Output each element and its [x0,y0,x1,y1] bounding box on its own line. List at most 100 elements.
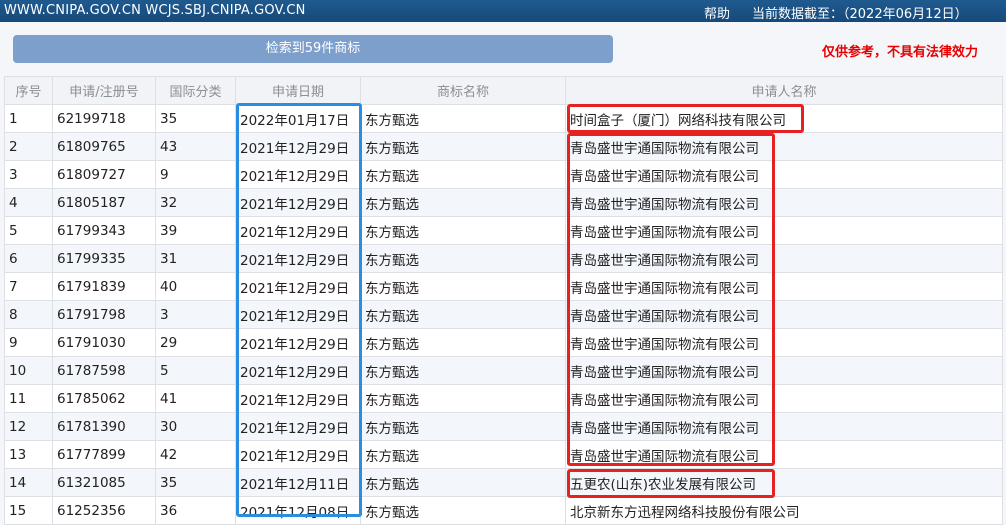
cell-applicant-name: 青岛盛世宇通国际物流有限公司 [565,272,1003,301]
cell-applicant-name: 青岛盛世宇通国际物流有限公司 [565,300,1003,329]
table-row[interactable]: 7 61791839 40 2021年12月29日 东方甄选 青岛盛世宇通国际物流有限公司 [4,272,1003,301]
cell-apply-date: 2021年12月29日 [235,412,361,441]
cell-reg-number-link[interactable]: 61777899 [52,440,156,469]
table-row[interactable]: 11 61785062 41 2021年12月29日 东方甄选 青岛盛世宇通国际物流有限公… [4,384,1003,413]
cell-apply-date: 2021年12月29日 [235,244,361,273]
header-reg-number[interactable]: 申请/注册号 [52,76,156,105]
table-header-row: 序号 申请/注册号 国际分类 申请日期 商标名称 申请人名称 [4,76,1003,105]
header-serial[interactable]: 序号 [4,76,53,105]
cell-reg-number-link[interactable]: 61785062 [52,384,156,413]
cell-reg-number-link[interactable]: 61791798 [52,300,156,329]
cell-intl-class: 35 [155,104,236,133]
cell-reg-number-link[interactable]: 61809765 [52,132,156,161]
cell-trademark-name-link[interactable]: 东方甄选 [360,188,566,217]
cell-reg-number-link[interactable]: 61809727 [52,160,156,189]
cell-serial: 7 [4,272,53,301]
table-row[interactable]: 6 61799335 31 2021年12月29日 东方甄选 青岛盛世宇通国际物流有限公司 [4,244,1003,273]
cell-apply-date: 2021年12月11日 [235,468,361,497]
table-row[interactable]: 2 61809765 43 2021年12月29日 东方甄选 青岛盛世宇通国际物流有限公司 [4,132,1003,161]
cell-applicant-name: 青岛盛世宇通国际物流有限公司 [565,356,1003,385]
cell-reg-number-link[interactable]: 61787598 [52,356,156,385]
header-apply-date[interactable]: 申请日期 [235,76,361,105]
cell-applicant-name: 时间盒子（厦门）网络科技有限公司 [565,104,1003,133]
search-result-count-button[interactable]: 检索到59件商标 [13,35,613,63]
cell-apply-date: 2021年12月29日 [235,160,361,189]
data-as-of-label: 当前数据截至：（2022年06月12日） [752,7,968,22]
cell-reg-number-link[interactable]: 61321085 [52,468,156,497]
cell-intl-class: 40 [155,272,236,301]
cell-intl-class: 29 [155,328,236,357]
cell-apply-date: 2021年12月29日 [235,300,361,329]
cell-reg-number-link[interactable]: 61791839 [52,272,156,301]
cell-applicant-name: 北京新东方迅程网络科技股份有限公司 [565,496,1003,525]
cell-intl-class: 3 [155,300,236,329]
cell-intl-class: 9 [155,160,236,189]
table-row[interactable]: 3 61809727 9 2021年12月29日 东方甄选 青岛盛世宇通国际物流有限公司 [4,160,1003,189]
cell-intl-class: 30 [155,412,236,441]
cell-serial: 2 [4,132,53,161]
table-row[interactable]: 15 61252356 36 2021年12月08日 东方甄选 北京新东方迅程网络科技股份… [4,496,1003,525]
cell-serial: 13 [4,440,53,469]
cell-intl-class: 32 [155,188,236,217]
cell-trademark-name-link[interactable]: 东方甄选 [360,160,566,189]
cell-applicant-name: 青岛盛世宇通国际物流有限公司 [565,216,1003,245]
cell-serial: 10 [4,356,53,385]
help-link[interactable]: 帮助 [704,3,730,22]
table-row[interactable]: 4 61805187 32 2021年12月29日 东方甄选 青岛盛世宇通国际物流有限公司 [4,188,1003,217]
cell-serial: 9 [4,328,53,357]
trademark-results-table: 序号 申请/注册号 国际分类 申请日期 商标名称 申请人名称 1 62199718… [4,76,1003,525]
cell-apply-date: 2021年12月29日 [235,440,361,469]
cell-trademark-name-link[interactable]: 东方甄选 [360,468,566,497]
cell-reg-number-link[interactable]: 61791030 [52,328,156,357]
cell-trademark-name-link[interactable]: 东方甄选 [360,496,566,525]
table-row[interactable]: 1 62199718 35 2022年01月17日 东方甄选 时间盒子（厦门）网络科技有限… [4,104,1003,133]
cell-trademark-name-link[interactable]: 东方甄选 [360,440,566,469]
cell-reg-number-link[interactable]: 61781390 [52,412,156,441]
cell-reg-number-link[interactable]: 61805187 [52,188,156,217]
cell-serial: 5 [4,216,53,245]
site-links[interactable]: WWW.CNIPA.GOV.CN WCJS.SBJ.CNIPA.GOV.CN [4,3,306,18]
cell-applicant-name: 青岛盛世宇通国际物流有限公司 [565,188,1003,217]
header-applicant-name[interactable]: 申请人名称 [565,76,1003,105]
table-row[interactable]: 5 61799343 39 2021年12月29日 东方甄选 青岛盛世宇通国际物流有限公司 [4,216,1003,245]
cell-trademark-name-link[interactable]: 东方甄选 [360,412,566,441]
cell-trademark-name-link[interactable]: 东方甄选 [360,356,566,385]
table-row[interactable]: 9 61791030 29 2021年12月29日 东方甄选 青岛盛世宇通国际物流有限公司 [4,328,1003,357]
cell-reg-number-link[interactable]: 62199718 [52,104,156,133]
cell-trademark-name-link[interactable]: 东方甄选 [360,272,566,301]
cell-trademark-name-link[interactable]: 东方甄选 [360,132,566,161]
header-trademark-name[interactable]: 商标名称 [360,76,566,105]
cell-serial: 3 [4,160,53,189]
cell-apply-date: 2021年12月29日 [235,328,361,357]
disclaimer-text: 仅供参考，不具有法律效力 [822,45,979,60]
cell-serial: 6 [4,244,53,273]
cell-apply-date: 2021年12月29日 [235,132,361,161]
cell-trademark-name-link[interactable]: 东方甄选 [360,328,566,357]
results-panel: 检索到59件商标 仅供参考，不具有法律效力 序号 申请/注册号 国际分类 申请日… [0,22,1006,525]
cell-reg-number-link[interactable]: 61799335 [52,244,156,273]
cell-reg-number-link[interactable]: 61252356 [52,496,156,525]
cell-reg-number-link[interactable]: 61799343 [52,216,156,245]
table-row[interactable]: 13 61777899 42 2021年12月29日 东方甄选 青岛盛世宇通国际物流有限公… [4,440,1003,469]
cell-apply-date: 2021年12月29日 [235,272,361,301]
header-intl-class[interactable]: 国际分类 [155,76,236,105]
cell-serial: 8 [4,300,53,329]
cell-serial: 4 [4,188,53,217]
cell-applicant-name: 五更农(山东)农业发展有限公司 [565,468,1003,497]
cell-applicant-name: 青岛盛世宇通国际物流有限公司 [565,412,1003,441]
cell-trademark-name-link[interactable]: 东方甄选 [360,384,566,413]
table-row[interactable]: 12 61781390 30 2021年12月29日 东方甄选 青岛盛世宇通国际物流有限公… [4,412,1003,441]
table-row[interactable]: 8 61791798 3 2021年12月29日 东方甄选 青岛盛世宇通国际物流有限公司 [4,300,1003,329]
cell-trademark-name-link[interactable]: 东方甄选 [360,300,566,329]
cell-apply-date: 2022年01月17日 [235,104,361,133]
cell-intl-class: 41 [155,384,236,413]
table-row[interactable]: 10 61787598 5 2021年12月29日 东方甄选 青岛盛世宇通国际物流有限公司 [4,356,1003,385]
cell-apply-date: 2021年12月08日 [235,496,361,525]
cell-applicant-name: 青岛盛世宇通国际物流有限公司 [565,384,1003,413]
cell-trademark-name-link[interactable]: 东方甄选 [360,216,566,245]
cell-applicant-name: 青岛盛世宇通国际物流有限公司 [565,160,1003,189]
table-row[interactable]: 14 61321085 35 2021年12月11日 东方甄选 五更农(山东)农业发展有限… [4,468,1003,497]
cell-serial: 1 [4,104,53,133]
cell-trademark-name-link[interactable]: 东方甄选 [360,104,566,133]
cell-trademark-name-link[interactable]: 东方甄选 [360,244,566,273]
